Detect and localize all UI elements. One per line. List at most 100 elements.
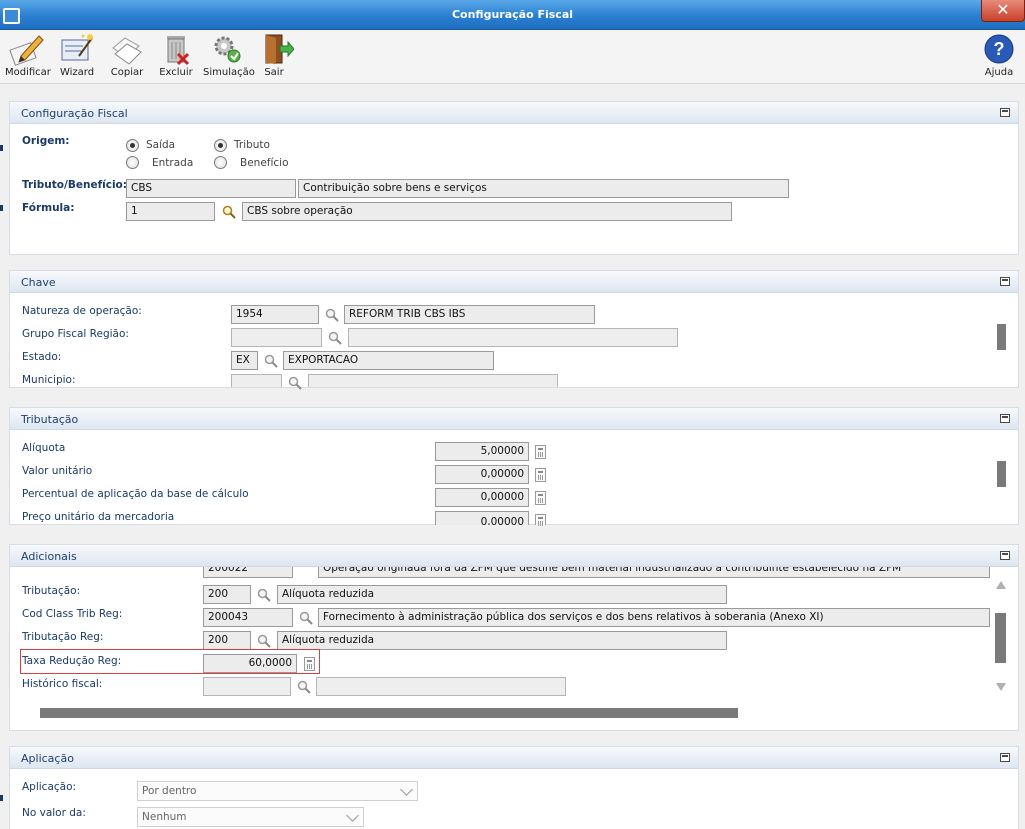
formula-label: Fórmula:: [22, 202, 75, 214]
panel-tributacao: Tributação Alíquota 5,00000 Valor unitár…: [9, 407, 1019, 526]
radio-tributo-label: Tributo: [234, 139, 270, 151]
trash-icon: [167, 36, 190, 66]
aplicacao-select[interactable]: Por dentro: [137, 781, 418, 801]
sair-button[interactable]: Sair: [258, 32, 294, 82]
search-icon[interactable]: [299, 611, 313, 625]
calculator-icon[interactable]: [304, 657, 315, 671]
search-icon[interactable]: [325, 308, 339, 322]
partial-row: 200022 Operação originada fora da ZFM qu…: [10, 567, 990, 579]
panel-title: Adicionais: [21, 550, 77, 563]
aliquota-label: Alíquota: [22, 442, 66, 454]
tributo-desc-field: Contribuição sobre bens e serviços: [298, 179, 789, 198]
tributo-label: Tributo/Benefício:: [22, 179, 127, 191]
panel-title: Tributação: [21, 413, 79, 426]
panel-header: Tributação: [10, 408, 1018, 430]
calculator-icon[interactable]: [535, 468, 546, 482]
search-icon[interactable]: [222, 205, 236, 219]
panel-title: Aplicação: [21, 752, 74, 765]
pencil-icon: [9, 35, 44, 66]
panel-chave: Chave Natureza de operação: 1954 REFORM …: [9, 270, 1019, 390]
natureza-desc-field: REFORM TRIB CBS IBS: [344, 305, 595, 324]
ajuda-button[interactable]: ? Ajuda: [981, 32, 1017, 82]
search-icon[interactable]: [328, 331, 342, 345]
cod-class-desc-field: Fornecimento à administração pública dos…: [318, 608, 990, 627]
panel-header: Configuração Fiscal: [10, 102, 1018, 124]
wizard-button[interactable]: Wizard: [55, 32, 99, 82]
formula-desc-field: CBS sobre operação: [242, 202, 732, 221]
historico-desc-field: [316, 677, 566, 696]
aliquota-field[interactable]: 5,00000: [435, 442, 529, 461]
panel-adicionais: 200022 Operação originada fora da ZFM qu…: [9, 544, 1019, 731]
partial-code-field[interactable]: 200022: [203, 567, 293, 578]
scrollbar-thumb[interactable]: [997, 324, 1006, 350]
help-icon: ?: [984, 34, 1014, 64]
panel-configuracao-fiscal: Configuração Fiscal Origem: Saída Entrad…: [9, 101, 1019, 255]
collapse-icon[interactable]: [1000, 108, 1010, 117]
aplicacao-select-value: Por dentro: [142, 785, 197, 797]
estado-desc-field: EXPORTACAO: [283, 351, 494, 370]
collapse-icon[interactable]: [1000, 753, 1010, 762]
municipio-label: Municipio:: [22, 374, 76, 386]
panel-header: Chave: [10, 271, 1018, 293]
scroll-down-icon[interactable]: [995, 682, 1007, 692]
calculator-icon[interactable]: [535, 445, 546, 459]
tributacao-code-field[interactable]: 200: [203, 585, 251, 604]
search-icon[interactable]: [297, 680, 311, 694]
scroll-up-icon[interactable]: [995, 580, 1007, 590]
trib-reg-code-field[interactable]: 200: [203, 631, 251, 650]
calculator-icon[interactable]: [535, 514, 546, 526]
panel-title: Chave: [21, 276, 56, 289]
panel-header: Adicionais: [10, 545, 1018, 567]
collapse-icon[interactable]: [1000, 551, 1010, 560]
cod-class-code-field[interactable]: 200043: [203, 608, 293, 627]
panel-title: Configuração Fiscal: [21, 107, 128, 120]
calculator-icon[interactable]: [535, 491, 546, 505]
radio-entrada-label: Entrada: [152, 157, 194, 169]
collapse-icon[interactable]: [1000, 414, 1010, 423]
grupo-label: Grupo Fiscal Região:: [22, 328, 129, 340]
collapse-icon[interactable]: [1000, 277, 1010, 286]
municipio-code-field[interactable]: [231, 374, 282, 387]
taxa-reducao-label: Taxa Redução Reg:: [22, 655, 122, 667]
percentual-label: Percentual de aplicação da base de cálcu…: [22, 488, 249, 500]
grupo-code-field[interactable]: [231, 328, 322, 347]
radio-tributo[interactable]: [214, 139, 227, 152]
trib-reg-label: Tributação Reg:: [22, 631, 104, 643]
search-icon[interactable]: [257, 588, 271, 602]
modificar-button[interactable]: Modificar: [5, 32, 51, 82]
estado-code-field[interactable]: EX: [231, 351, 258, 370]
search-icon[interactable]: [264, 354, 278, 368]
historico-code-field[interactable]: [203, 677, 291, 696]
copiar-button[interactable]: Copiar: [104, 32, 150, 82]
taxa-reducao-field[interactable]: 60,0000: [203, 654, 297, 673]
preco-field[interactable]: 0,00000: [435, 511, 529, 525]
radio-beneficio-label: Benefício: [240, 157, 289, 169]
tributo-code-field[interactable]: CBS: [126, 179, 296, 198]
radio-saida[interactable]: [126, 139, 139, 152]
excluir-button[interactable]: Excluir: [155, 32, 197, 82]
edge-mark: [0, 145, 3, 151]
origem-label: Origem:: [22, 135, 70, 147]
radio-entrada[interactable]: [126, 156, 139, 169]
partial-desc-field: Operação originada fora da ZFM que desti…: [318, 567, 990, 578]
natureza-code-field[interactable]: 1954: [231, 305, 319, 324]
scrollbar-thumb[interactable]: [995, 613, 1006, 663]
hscrollbar-thumb[interactable]: [40, 708, 738, 718]
formula-code-field[interactable]: 1: [126, 202, 215, 221]
percentual-field[interactable]: 0,00000: [435, 488, 529, 507]
aplicacao-label: Aplicação:: [22, 781, 77, 793]
no-valor-label: No valor da:: [22, 807, 86, 819]
no-valor-select[interactable]: Nenhum: [137, 807, 364, 827]
tributacao-desc-field: Alíquota reduzida: [277, 585, 727, 604]
close-button[interactable]: ✕: [981, 0, 1025, 22]
valor-unitario-field[interactable]: 0,00000: [435, 465, 529, 484]
search-icon[interactable]: [288, 376, 302, 390]
gears-icon: [214, 36, 241, 63]
scrollbar-thumb[interactable]: [997, 461, 1006, 487]
exit-door-icon: [265, 34, 294, 64]
window-titlebar: Configuração Fiscal ✕: [0, 0, 1025, 30]
natureza-label: Natureza de operação:: [22, 305, 142, 317]
radio-beneficio[interactable]: [214, 156, 227, 169]
search-icon[interactable]: [257, 634, 271, 648]
simulacao-button[interactable]: Simulação: [203, 32, 255, 82]
